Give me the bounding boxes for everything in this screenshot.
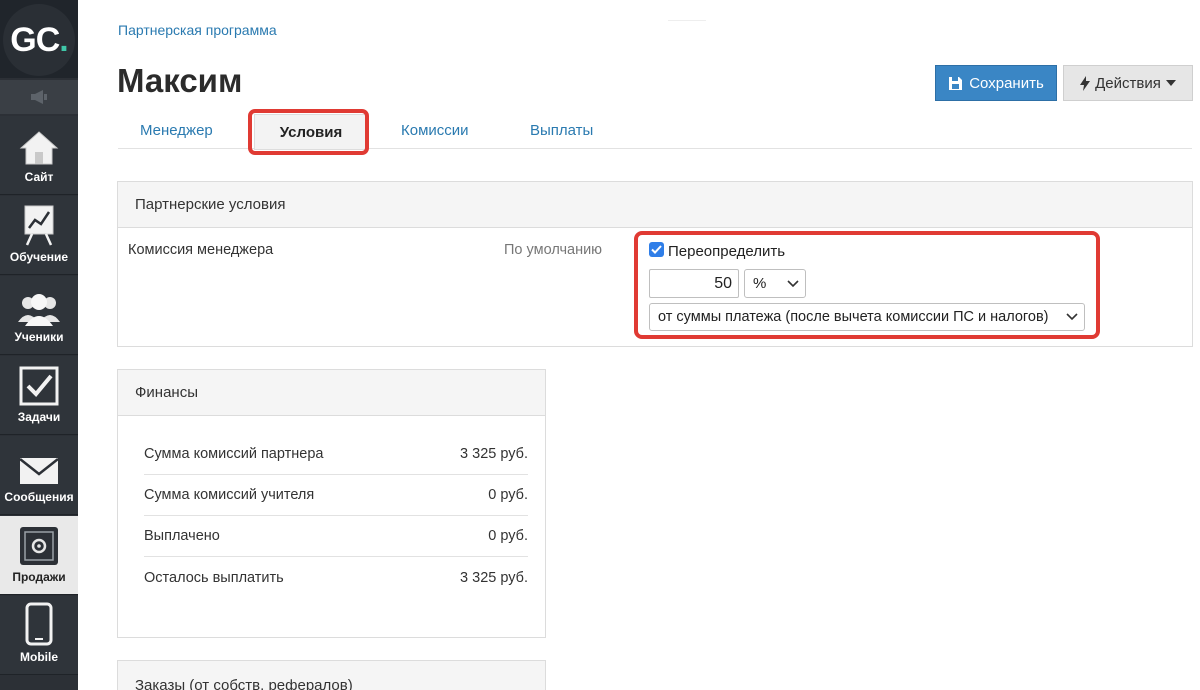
sidebar-item-label: Сайт — [24, 170, 54, 184]
manager-commission-label: Комиссия менеджера — [128, 242, 274, 258]
users-icon — [18, 294, 60, 326]
megaphone-icon — [31, 90, 47, 104]
tab-payouts[interactable]: Выплаты — [530, 122, 593, 139]
sidebar-item-mobile[interactable]: Mobile — [0, 596, 78, 675]
divider — [668, 20, 706, 21]
logo: GC. — [3, 4, 75, 76]
sidebar-item-label: Ученики — [14, 330, 64, 344]
logo-text: GC. — [10, 20, 69, 59]
breadcrumb[interactable]: Партнерская программа — [118, 22, 277, 38]
checkbox-icon — [19, 366, 59, 406]
finance-row-label: Сумма комиссий партнера — [144, 445, 324, 462]
save-button-label: Сохранить — [969, 74, 1044, 92]
caret-down-icon — [1165, 80, 1176, 86]
floppy-disk-icon — [949, 76, 963, 90]
panel-heading: Финансы — [118, 370, 545, 416]
sidebar-item-label: Сообщения — [4, 490, 74, 504]
sidebar: GC. Сайт Обучение Ученики Задачи Сообщен… — [0, 0, 78, 690]
sidebar-item-messages[interactable]: Сообщения — [0, 436, 78, 515]
finance-panel: Финансы Сумма комиссий партнера 3 325 ру… — [117, 369, 546, 638]
override-highlight-annotation — [634, 231, 1100, 339]
logo-area[interactable]: GC. — [0, 0, 78, 78]
finance-row-value: 3 325 руб. — [460, 570, 528, 586]
finance-row-value: 0 руб. — [488, 486, 528, 503]
save-button[interactable]: Сохранить — [935, 65, 1057, 101]
sidebar-item-site[interactable]: Сайт — [0, 116, 78, 195]
sidebar-item-students[interactable]: Ученики — [0, 276, 78, 355]
finance-row: Выплачено 0 руб. — [144, 515, 528, 557]
finance-row: Осталось выплатить 3 325 руб. — [144, 557, 528, 599]
actions-button-label: Действия — [1095, 74, 1161, 92]
finance-row-label: Осталось выплатить — [144, 570, 284, 586]
sidebar-item-label: Задачи — [17, 410, 61, 424]
chart-board-icon — [24, 205, 54, 246]
sidebar-item-learning[interactable]: Обучение — [0, 196, 78, 275]
mobile-icon — [25, 602, 53, 646]
panel-heading: Заказы (от собств. рефералов) — [118, 661, 545, 690]
home-icon — [19, 131, 59, 165]
sidebar-item-tasks[interactable]: Задачи — [0, 356, 78, 435]
notifications-toggle[interactable] — [0, 80, 78, 114]
finance-row-label: Выплачено — [144, 527, 220, 544]
sidebar-item-label: Обучение — [9, 250, 69, 264]
finance-row-label: Сумма комиссий учителя — [144, 486, 315, 503]
tab-manager[interactable]: Менеджер — [140, 122, 213, 139]
safe-icon — [20, 527, 58, 565]
default-value-label: По умолчанию — [504, 242, 603, 258]
finance-row-value: 3 325 руб. — [460, 445, 528, 462]
finance-row: Сумма комиссий учителя 0 руб. — [144, 474, 528, 516]
actions-dropdown-button[interactable]: Действия — [1063, 65, 1193, 101]
finance-row-value: 0 руб. — [488, 527, 528, 544]
panel-heading: Партнерские условия — [118, 182, 1192, 228]
sidebar-item-sales[interactable]: Продажи — [0, 516, 78, 595]
finance-row: Сумма комиссий партнера 3 325 руб. — [144, 433, 528, 475]
tab-highlight-annotation — [248, 109, 369, 155]
lightning-icon — [1080, 75, 1091, 91]
sidebar-item-label: Продажи — [12, 570, 66, 584]
envelope-icon — [19, 458, 59, 484]
page-title: Максим — [117, 62, 243, 99]
sidebar-item-label: Mobile — [20, 650, 58, 664]
tab-commissions[interactable]: Комиссии — [401, 122, 469, 139]
orders-panel: Заказы (от собств. рефералов) — [117, 660, 546, 690]
